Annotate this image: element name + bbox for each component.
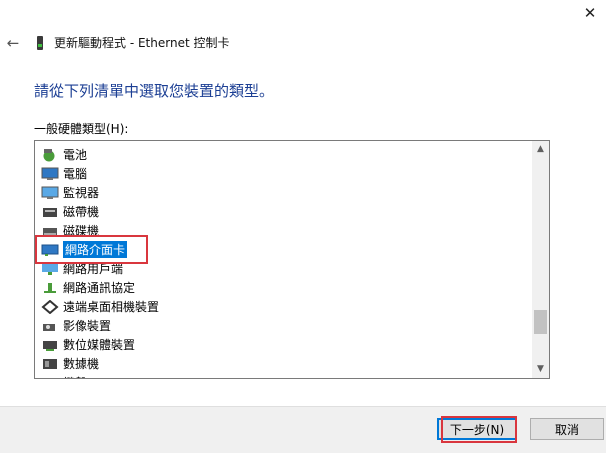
list-item-label: 監視器 bbox=[63, 186, 100, 200]
list-item[interactable]: 數位媒體裝置 bbox=[41, 335, 135, 354]
hardware-type-label: 一般硬體類型(H): bbox=[34, 122, 129, 136]
hardware-type-list[interactable]: 電池電腦監視器磁帶機磁碟機網路介面卡網路用戶端網路通訊協定遠端桌面相機裝置 影像裝… bbox=[34, 140, 550, 379]
list-item[interactable]: 網路介面卡 bbox=[41, 240, 128, 259]
digital-media-icon bbox=[41, 338, 59, 352]
list-item[interactable]: 磁碟機 bbox=[41, 221, 99, 240]
network-adapter-icon bbox=[41, 243, 59, 257]
list-item[interactable]: 電腦 bbox=[41, 164, 87, 183]
list-item-label: 影像裝置 bbox=[63, 319, 112, 333]
device-icon bbox=[37, 36, 43, 50]
list-item[interactable]: 鍵盤 bbox=[41, 373, 87, 378]
vertical-scrollbar[interactable]: ▲ ▼ bbox=[532, 141, 549, 378]
list-item[interactable]: 磁帶機 bbox=[41, 202, 99, 221]
list-item-label: 磁帶機 bbox=[63, 205, 100, 219]
network-protocol-icon bbox=[41, 281, 59, 295]
list-item-label: 電池 bbox=[63, 148, 88, 162]
cancel-button[interactable]: 取消 bbox=[530, 418, 604, 440]
battery-icon bbox=[41, 148, 59, 162]
computer-icon bbox=[41, 167, 59, 181]
scrollbar-thumb[interactable] bbox=[534, 310, 547, 335]
remote-camera-icon bbox=[41, 299, 59, 314]
list-item-label: 遠端桌面相機裝置 bbox=[63, 300, 160, 314]
scroll-down-icon[interactable]: ▼ bbox=[532, 361, 549, 378]
list-item[interactable]: 監視器 bbox=[41, 183, 99, 202]
back-arrow-icon[interactable]: ← bbox=[4, 34, 22, 52]
list-item-label: 磁碟機 bbox=[63, 224, 100, 238]
window-title: 更新驅動程式 - Ethernet 控制卡 bbox=[54, 36, 230, 50]
modem-icon bbox=[41, 357, 59, 371]
list-item[interactable]: 電池 bbox=[41, 145, 87, 164]
disk-drive-icon bbox=[41, 224, 59, 238]
close-icon[interactable]: ✕ bbox=[580, 4, 600, 22]
list-item-label: 數位媒體裝置 bbox=[63, 338, 136, 352]
next-button[interactable]: 下一步(N) bbox=[437, 418, 517, 440]
network-client-icon bbox=[41, 262, 59, 276]
list-item-label: 網路介面卡 bbox=[63, 241, 128, 258]
monitor-icon bbox=[41, 186, 59, 200]
list-item-label: 網路通訊協定 bbox=[63, 281, 136, 295]
list-item[interactable]: 網路通訊協定 bbox=[41, 278, 135, 297]
list-item-label: 數據機 bbox=[63, 357, 100, 371]
list-item[interactable]: 遠端桌面相機裝置 bbox=[41, 297, 159, 316]
list-item-label: 網路用戶端 bbox=[63, 262, 124, 276]
scroll-up-icon[interactable]: ▲ bbox=[532, 141, 549, 158]
imaging-device-icon bbox=[41, 319, 59, 333]
list-item-label: 電腦 bbox=[63, 167, 88, 181]
list-item-label: 鍵盤 bbox=[63, 374, 87, 378]
list-item[interactable]: 網路用戶端 bbox=[41, 259, 123, 278]
list-item[interactable]: 影像裝置 bbox=[41, 316, 111, 335]
page-heading: 請從下列清單中選取您裝置的類型。 bbox=[34, 82, 275, 100]
tape-drive-icon bbox=[41, 205, 59, 219]
keyboard-icon bbox=[41, 376, 59, 379]
list-item[interactable]: 數據機 bbox=[41, 354, 99, 373]
